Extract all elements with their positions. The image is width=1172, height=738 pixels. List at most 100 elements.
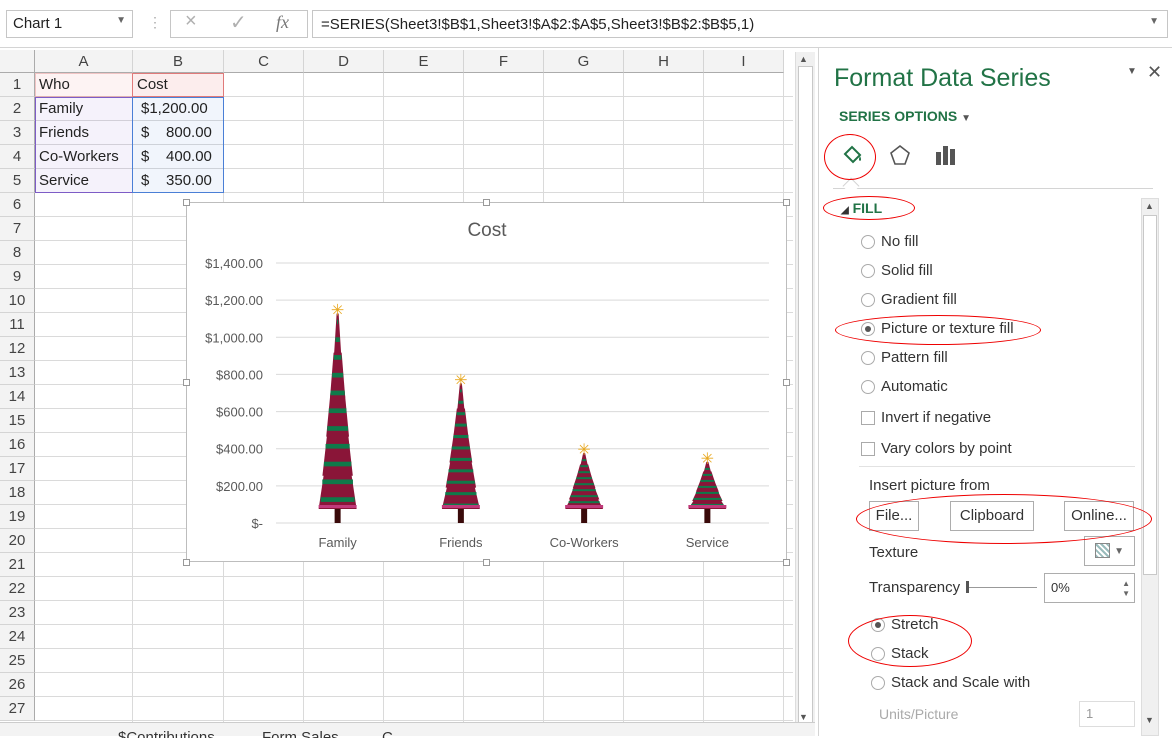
row-header[interactable]: 14 [0, 385, 35, 409]
row-header[interactable]: 24 [0, 625, 35, 649]
scroll-thumb[interactable] [798, 66, 813, 736]
cell[interactable]: Family [35, 97, 87, 121]
invert-if-negative-checkbox[interactable] [861, 411, 875, 425]
cell[interactable]: $1,200.00 [133, 97, 212, 121]
resize-handle[interactable] [483, 559, 490, 566]
row-header[interactable]: 25 [0, 649, 35, 673]
tree-stripe [458, 400, 464, 404]
units-picture-input[interactable]: 1 [1079, 701, 1135, 727]
row-header[interactable]: 2 [0, 97, 35, 121]
chart[interactable]: Cost $- $200.00 $400.00 $600.00 $800.00 $1,000… [186, 202, 787, 562]
row-header[interactable]: 12 [0, 337, 35, 361]
resize-handle[interactable] [483, 199, 490, 206]
effects-tab-icon[interactable] [889, 144, 911, 170]
row-header[interactable]: 27 [0, 697, 35, 721]
bar-service[interactable]: ✳ [688, 451, 727, 523]
fill-option-radio[interactable] [861, 264, 875, 278]
tree-stripe [323, 461, 352, 467]
column-header[interactable]: F [464, 50, 544, 73]
stack-scale-radio[interactable] [871, 676, 885, 690]
column-header[interactable]: I [704, 50, 784, 73]
vertical-scrollbar[interactable]: ▲ ▼ [795, 52, 815, 736]
column-header[interactable]: D [304, 50, 384, 73]
row-header[interactable]: 7 [0, 217, 35, 241]
sheet-tab[interactable]: C [382, 728, 422, 738]
cell[interactable]: Who [35, 73, 74, 97]
row-header[interactable]: 17 [0, 457, 35, 481]
select-all[interactable] [0, 50, 35, 73]
row-header[interactable]: 4 [0, 145, 35, 169]
resize-handle[interactable] [183, 199, 190, 206]
resize-handle[interactable] [783, 559, 790, 566]
tree-trunk [704, 509, 711, 523]
cancel-icon[interactable]: × [185, 10, 197, 33]
column-header[interactable]: C [224, 50, 304, 73]
texture-dropdown[interactable]: ▼ [1084, 536, 1135, 566]
sheet-tab[interactable]: Form Sales [262, 728, 362, 738]
scroll-up-icon[interactable]: ▲ [1145, 201, 1154, 211]
row-header[interactable]: 21 [0, 553, 35, 577]
resize-handle[interactable] [783, 199, 790, 206]
row-header[interactable]: 22 [0, 577, 35, 601]
row-header[interactable]: 18 [0, 481, 35, 505]
row-header[interactable]: 16 [0, 433, 35, 457]
sheet-tab[interactable]: $Contributions [118, 728, 248, 738]
row-header[interactable]: 19 [0, 505, 35, 529]
row-header[interactable]: 15 [0, 409, 35, 433]
row-header[interactable]: 10 [0, 289, 35, 313]
bar-co-workers[interactable]: ✳ [565, 442, 604, 523]
resize-handle[interactable] [183, 379, 190, 386]
cell[interactable]: Co-Workers [35, 145, 123, 169]
row-header[interactable]: 3 [0, 121, 35, 145]
cell[interactable]: $ 800.00 [133, 121, 216, 145]
pane-options-icon[interactable]: ▼ [1127, 66, 1137, 77]
transparency-slider[interactable] [967, 587, 1037, 588]
name-box[interactable]: Chart 1 ▼ [6, 10, 133, 38]
enter-icon[interactable]: ✓ [230, 10, 247, 35]
row-header[interactable]: 23 [0, 601, 35, 625]
row-header[interactable]: 13 [0, 361, 35, 385]
column-header[interactable]: H [624, 50, 704, 73]
column-header[interactable]: A [35, 50, 133, 73]
transparency-input[interactable]: 0% ▲ ▼ [1044, 573, 1135, 603]
column-header[interactable]: G [544, 50, 624, 73]
scroll-up-icon[interactable]: ▲ [799, 54, 808, 64]
series-options-tab-icon[interactable] [935, 144, 957, 170]
row-header[interactable]: 1 [0, 73, 35, 97]
close-icon[interactable]: ✕ [1147, 62, 1162, 83]
fill-option-radio[interactable] [861, 235, 875, 249]
cell[interactable]: $ 350.00 [133, 169, 216, 193]
spinner-icon[interactable]: ▲ ▼ [1122, 569, 1130, 599]
cell[interactable]: Service [35, 169, 93, 193]
bar-friends[interactable]: ✳ [441, 372, 480, 523]
slider-thumb[interactable] [966, 581, 969, 593]
column-header[interactable]: B [133, 50, 224, 73]
row-header[interactable]: 26 [0, 673, 35, 697]
fx-icon[interactable]: fx [276, 12, 289, 33]
pane-scrollbar[interactable]: ▲ ▼ [1141, 198, 1159, 736]
row-header[interactable]: 5 [0, 169, 35, 193]
vary-colors-checkbox[interactable] [861, 442, 875, 456]
formula-input[interactable]: =SERIES(Sheet3!$B$1,Sheet3!$A$2:$A$5,She… [312, 10, 1168, 38]
cell[interactable]: $ 400.00 [133, 145, 216, 169]
cell[interactable]: Friends [35, 121, 93, 145]
row-header[interactable]: 20 [0, 529, 35, 553]
scroll-down-icon[interactable]: ▼ [799, 712, 808, 722]
resize-handle[interactable] [183, 559, 190, 566]
fill-option-radio[interactable] [861, 293, 875, 307]
cell[interactable]: Cost [133, 73, 172, 97]
series-options-dropdown[interactable]: SERIES OPTIONS ▼ [839, 108, 971, 124]
resize-handle[interactable] [783, 379, 790, 386]
y-tick-label: $400.00 [216, 442, 263, 457]
expand-formula-icon[interactable]: ▼ [1149, 16, 1159, 27]
column-header[interactable]: E [384, 50, 464, 73]
row-header[interactable]: 9 [0, 265, 35, 289]
row-header[interactable]: 6 [0, 193, 35, 217]
scroll-down-icon[interactable]: ▼ [1145, 715, 1154, 725]
fill-option-radio[interactable] [861, 351, 875, 365]
bar-family[interactable]: ✳ [318, 303, 357, 523]
chevron-down-icon[interactable]: ▼ [116, 15, 126, 26]
fill-option-radio[interactable] [861, 380, 875, 394]
row-header[interactable]: 8 [0, 241, 35, 265]
row-header[interactable]: 11 [0, 313, 35, 337]
